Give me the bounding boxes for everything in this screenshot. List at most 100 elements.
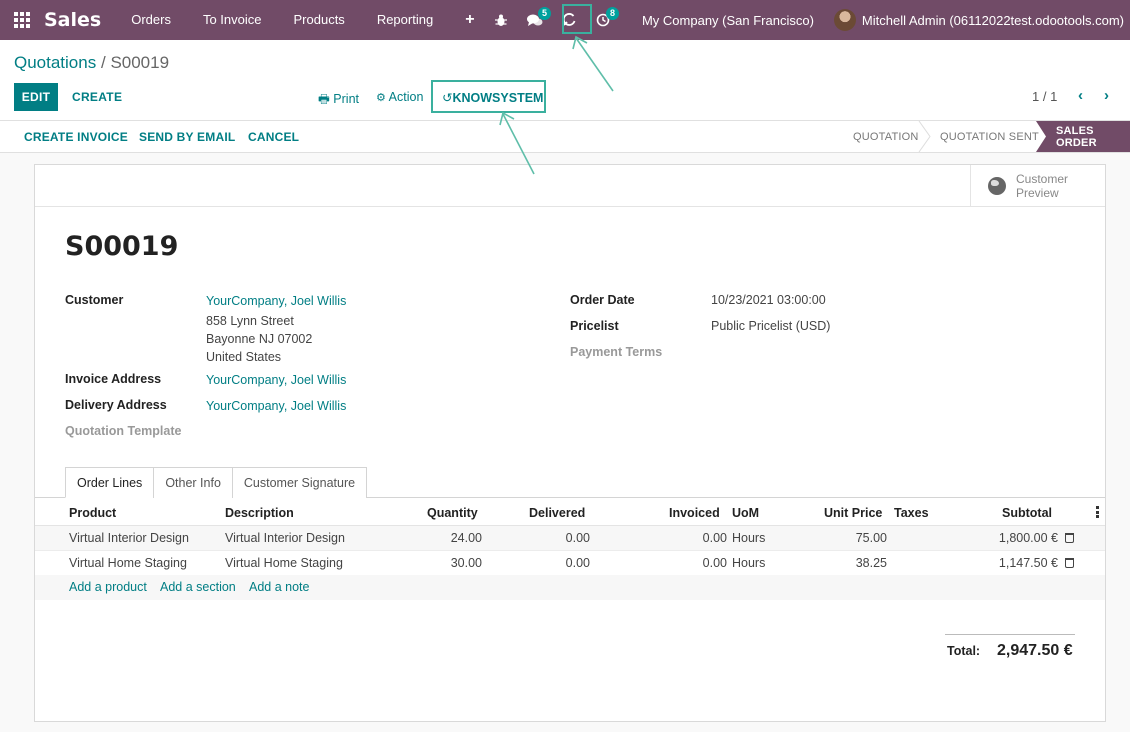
breadcrumb: Quotations / S00019 — [14, 53, 169, 73]
customer-link[interactable]: YourCompany, Joel Willis — [206, 294, 346, 308]
edit-button[interactable]: EDIT — [14, 83, 58, 111]
cell-uom: Hours — [732, 556, 766, 570]
user-menu[interactable]: Mitchell Admin (06112022test.odootools.c… — [833, 9, 1130, 31]
column-quantity[interactable]: Quantity — [427, 506, 478, 520]
stage-quotation[interactable]: QUOTATION — [853, 121, 919, 152]
pager-value[interactable]: 1 / 1 — [1032, 89, 1057, 104]
stage-sales-order[interactable]: SALES ORDER — [1056, 121, 1130, 152]
app-brand[interactable]: Sales — [44, 9, 101, 31]
cell-product: Virtual Home Staging — [69, 556, 187, 570]
breadcrumb-separator: / — [100, 53, 106, 72]
company-switcher[interactable]: My Company (San Francisco) — [620, 13, 834, 28]
total-divider — [945, 634, 1075, 635]
stage-arrow-1 — [918, 121, 931, 152]
menu-orders[interactable]: Orders — [115, 0, 187, 40]
delivery-address-link[interactable]: YourCompany, Joel Willis — [206, 399, 346, 413]
order-date-label: Order Date — [570, 293, 635, 307]
add-note-link[interactable]: Add a note — [249, 580, 309, 594]
tab-customer-signature[interactable]: Customer Signature — [231, 467, 368, 498]
avatar — [833, 9, 856, 31]
customer-preview-line2: Preview — [1016, 186, 1059, 200]
column-unit-price[interactable]: Unit Price — [824, 506, 882, 520]
address-line-3: United States — [206, 350, 282, 364]
chat-icon[interactable]: 5 — [518, 0, 552, 40]
quotation-template-label: Quotation Template — [65, 424, 182, 438]
delivery-address-label: Delivery Address — [65, 398, 167, 412]
cell-unit-price: 75.00 — [855, 531, 887, 545]
send-by-email-button[interactable]: SEND BY EMAIL — [139, 130, 235, 144]
customer-preview-line1: Customer — [1016, 172, 1069, 186]
invoice-address-link[interactable]: YourCompany, Joel Willis — [206, 373, 346, 387]
form-sheet: Customer Preview S00019 Customer YourCom… — [34, 164, 1106, 722]
column-uom[interactable]: UoM — [732, 506, 759, 520]
customer-label: Customer — [65, 293, 124, 307]
cancel-button[interactable]: CANCEL — [248, 130, 299, 144]
optional-columns-icon[interactable] — [1096, 506, 1099, 520]
add-line-row: Add a product Add a section Add a note — [35, 575, 1105, 600]
control-panel: Quotations / S00019 EDIT CREATE 🖶 Print … — [0, 40, 1130, 121]
bug-icon[interactable] — [484, 0, 518, 40]
create-invoice-button[interactable]: CREATE INVOICE — [24, 130, 128, 144]
order-lines-header: Product Description Quantity Delivered I… — [35, 499, 1105, 526]
notebook-tabs: Order Lines Other Info Customer Signatur… — [65, 467, 368, 498]
user-name: Mitchell Admin (06112022test.odootools.c… — [861, 12, 1124, 28]
address-line-2: Bayonne NJ 07002 — [206, 332, 313, 346]
cell-delivered: 0.00 — [565, 556, 590, 570]
menu-products[interactable]: Products — [278, 0, 361, 40]
action-button[interactable]: ⚙ Action — [376, 90, 423, 104]
pricelist-label: Pricelist — [570, 319, 619, 333]
menu-to-invoice[interactable]: To Invoice — [187, 0, 278, 40]
tab-order-lines[interactable]: Order Lines — [65, 467, 155, 498]
activity-badge: 8 — [605, 7, 619, 20]
highlight-box-systray — [562, 4, 592, 34]
order-date-value: 10/23/2021 03:00:00 — [711, 293, 826, 307]
cell-product: Virtual Interior Design — [69, 531, 189, 545]
apps-menu-icon[interactable] — [0, 0, 44, 40]
trash-icon[interactable] — [1065, 558, 1074, 568]
payment-terms-label: Payment Terms — [570, 345, 663, 359]
cell-invoiced: 0.00 — [702, 556, 727, 570]
cell-delivered: 0.00 — [565, 531, 590, 545]
address-line-1: 858 Lynn Street — [206, 314, 294, 328]
button-box: Customer Preview — [35, 165, 1105, 207]
breadcrumb-current: S00019 — [110, 53, 170, 72]
cell-subtotal: 1,800.00 € — [998, 531, 1058, 545]
column-invoiced[interactable]: Invoiced — [669, 506, 720, 520]
pager-previous-icon[interactable]: ‹ — [1078, 87, 1083, 104]
pricelist-value: Public Pricelist (USD) — [711, 319, 831, 333]
cell-description: Virtual Home Staging — [225, 556, 343, 570]
menu-reporting[interactable]: Reporting — [361, 0, 449, 40]
breadcrumb-quotations[interactable]: Quotations — [14, 53, 96, 72]
cell-invoiced: 0.00 — [702, 531, 727, 545]
customer-preview-button[interactable]: Customer Preview — [970, 165, 1105, 207]
cell-description: Virtual Interior Design — [225, 531, 345, 545]
trash-icon[interactable] — [1065, 533, 1074, 543]
total-label: Total: — [947, 644, 981, 658]
invoice-address-label: Invoice Address — [65, 372, 162, 386]
highlight-box-knowsystem — [431, 80, 546, 113]
cell-quantity: 24.00 — [450, 531, 482, 545]
add-section-link[interactable]: Add a section — [160, 580, 236, 594]
column-delivered[interactable]: Delivered — [529, 506, 585, 520]
globe-icon — [988, 177, 1006, 195]
print-label: Print — [333, 92, 359, 106]
column-subtotal[interactable]: Subtotal — [1002, 506, 1052, 520]
total-value: 2,947.50 € — [997, 642, 1073, 659]
column-product[interactable]: Product — [69, 506, 116, 520]
chat-badge: 5 — [537, 7, 551, 20]
table-row[interactable]: Virtual Home Staging Virtual Home Stagin… — [35, 551, 1105, 576]
print-button[interactable]: 🖶 Print — [318, 90, 359, 111]
table-row[interactable]: Virtual Interior Design Virtual Interior… — [35, 526, 1105, 551]
printer-icon: 🖶 — [318, 92, 330, 106]
tab-other-info[interactable]: Other Info — [153, 467, 233, 498]
status-bar: CREATE INVOICE SEND BY EMAIL CANCEL QUOT… — [0, 121, 1130, 153]
create-button[interactable]: CREATE — [72, 83, 122, 111]
action-label: Action — [388, 90, 424, 104]
cell-subtotal: 1,147.50 € — [998, 556, 1058, 570]
pager-next-icon[interactable]: › — [1104, 87, 1109, 104]
gear-icon: ⚙ — [376, 92, 386, 104]
stage-quotation-sent[interactable]: QUOTATION SENT — [940, 121, 1039, 152]
add-product-link[interactable]: Add a product — [69, 580, 147, 594]
column-taxes[interactable]: Taxes — [894, 506, 929, 520]
column-description[interactable]: Description — [225, 506, 294, 520]
